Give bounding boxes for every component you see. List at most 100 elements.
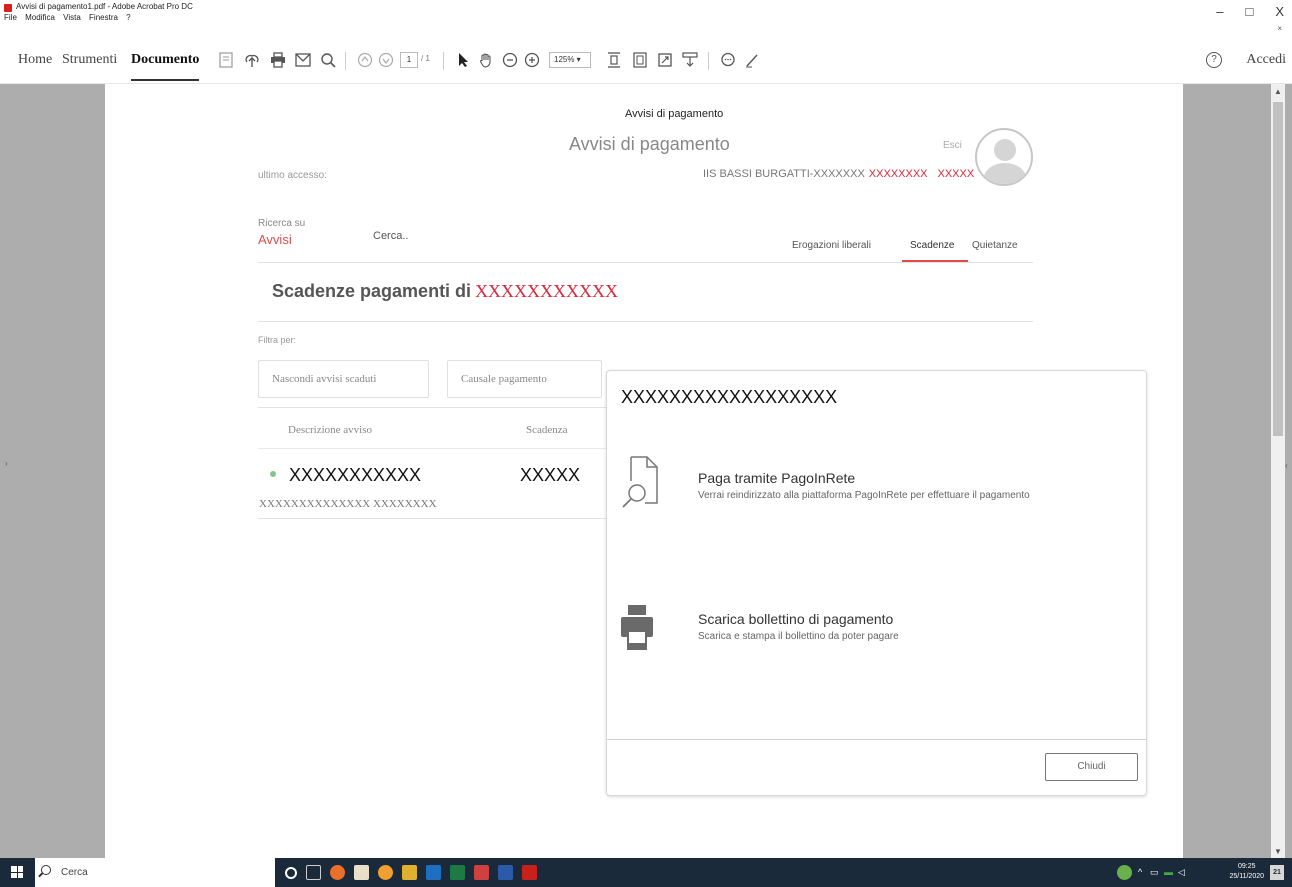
minimize-button[interactable]: – bbox=[1216, 4, 1223, 19]
section-title: Scadenze pagamenti di XXXXXXXXXXX bbox=[272, 281, 618, 302]
search-input[interactable]: Cerca.. bbox=[373, 230, 408, 242]
status-dot bbox=[270, 471, 276, 477]
logout-link[interactable]: Esci bbox=[943, 140, 962, 151]
cortana-icon[interactable] bbox=[285, 867, 297, 879]
school-name: IIS BASSI BURGATTI-XXXXXXX XXXXXXXX XXXXX bbox=[703, 168, 974, 180]
file-explorer-icon[interactable] bbox=[402, 865, 417, 880]
pen-icon[interactable] bbox=[742, 50, 762, 70]
taskbar-search[interactable]: Cerca bbox=[35, 858, 275, 887]
search-on-label: Ricerca su bbox=[258, 218, 306, 229]
acrobat-taskbar-icon[interactable] bbox=[522, 865, 537, 880]
menu-vista[interactable]: Vista bbox=[63, 13, 81, 22]
scroll-up-icon[interactable]: ▲ bbox=[1274, 87, 1282, 96]
outlook-icon[interactable] bbox=[426, 865, 441, 880]
volume-icon[interactable]: ◁ bbox=[1178, 867, 1185, 878]
hand-tool-icon[interactable] bbox=[476, 50, 496, 70]
search-icon[interactable] bbox=[318, 50, 338, 70]
page-title: Avvisi di pagamento bbox=[569, 134, 730, 154]
column-header-due-date: Scadenza bbox=[526, 424, 568, 436]
tray-chevron-icon[interactable]: ^ bbox=[1138, 867, 1142, 877]
zoom-level-select[interactable]: 125% ▾ bbox=[549, 52, 591, 68]
school-redacted-1: XXXXXXXX bbox=[868, 168, 928, 180]
mail-icon[interactable] bbox=[293, 50, 313, 70]
next-page-icon[interactable] bbox=[376, 50, 396, 70]
menu-finestra[interactable]: Finestra bbox=[89, 13, 118, 22]
filter-hide-expired[interactable]: Nascondi avvisi scaduti bbox=[258, 360, 429, 398]
select-cursor-icon[interactable] bbox=[453, 50, 473, 70]
acrobat-icon bbox=[4, 4, 12, 12]
page-total: / 1 bbox=[421, 54, 430, 63]
tab-home[interactable]: Home bbox=[18, 52, 52, 68]
read-mode-icon[interactable] bbox=[680, 50, 700, 70]
clock-date: 25/11/2020 bbox=[1229, 873, 1264, 880]
school-name-text: IIS BASSI BURGATTI-XXXXXXX bbox=[703, 168, 865, 180]
scroll-down-icon[interactable]: ▼ bbox=[1274, 847, 1282, 856]
tab-strumenti[interactable]: Strumenti bbox=[62, 52, 117, 68]
tab-documento[interactable]: Documento bbox=[131, 52, 200, 81]
scroll-mode-icon[interactable] bbox=[630, 50, 650, 70]
close-button[interactable]: X bbox=[1275, 4, 1284, 19]
excel-icon[interactable] bbox=[450, 865, 465, 880]
divider bbox=[258, 448, 608, 449]
tab-scadenze[interactable]: Scadenze bbox=[910, 240, 954, 251]
print-icon[interactable] bbox=[268, 50, 288, 70]
zoom-out-icon[interactable] bbox=[500, 50, 520, 70]
toolbar-separator bbox=[345, 52, 346, 70]
left-panel-toggle-icon[interactable]: › bbox=[5, 459, 8, 468]
prev-page-icon[interactable] bbox=[355, 50, 375, 70]
fit-page-icon[interactable] bbox=[604, 50, 624, 70]
option-pagoinrete-title[interactable]: Paga tramite PagoInRete bbox=[698, 470, 855, 486]
filter-payment-reason[interactable]: Causale pagamento bbox=[447, 360, 602, 398]
menu-help[interactable]: ? bbox=[126, 13, 130, 22]
right-panel-toggle-icon[interactable]: ‹ bbox=[1285, 461, 1288, 470]
windows-start-icon[interactable] bbox=[11, 866, 23, 878]
system-tray: ^ ▭ ▬ ◁ 09:25 25/11/2020 21 bbox=[1112, 858, 1292, 887]
page-number-input[interactable]: 1 bbox=[400, 52, 418, 68]
table-row-description[interactable]: XXXXXXXXXXX bbox=[289, 465, 421, 486]
menu-file[interactable]: File bbox=[4, 13, 17, 22]
chrome-icon[interactable] bbox=[378, 865, 393, 880]
maximize-button[interactable]: □ bbox=[1245, 4, 1253, 19]
create-pdf-icon[interactable] bbox=[216, 50, 236, 70]
window-controls: – □ X bbox=[1216, 4, 1284, 19]
battery-icon[interactable]: ▬ bbox=[1164, 867, 1173, 877]
close-document-icon[interactable]: × bbox=[1277, 24, 1282, 33]
notifications-icon[interactable]: 21 bbox=[1270, 865, 1284, 880]
zoom-in-icon[interactable] bbox=[522, 50, 542, 70]
upload-cloud-icon[interactable] bbox=[242, 50, 262, 70]
firefox-icon[interactable] bbox=[330, 865, 345, 880]
filter-label: Filtra per: bbox=[258, 335, 297, 345]
word-icon[interactable] bbox=[498, 865, 513, 880]
tab-quietanze[interactable]: Quietanze bbox=[972, 240, 1018, 251]
divider bbox=[258, 518, 608, 519]
close-dialog-button[interactable]: Chiudi bbox=[1045, 753, 1138, 781]
section-title-text: Scadenze pagamenti di bbox=[272, 281, 472, 301]
vertical-scrollbar[interactable]: ▲ ▼ bbox=[1271, 84, 1285, 858]
help-icon[interactable]: ? bbox=[1206, 52, 1222, 68]
toolbar-separator bbox=[708, 52, 709, 70]
menu-modifica[interactable]: Modifica bbox=[25, 13, 55, 22]
task-view-icon[interactable] bbox=[306, 865, 321, 880]
pdf-page: Avvisi di pagamento Avvisi di pagamento … bbox=[105, 84, 1183, 858]
tab-erogazioni-liberali[interactable]: Erogazioni liberali bbox=[792, 240, 871, 251]
app-shield-icon[interactable] bbox=[474, 865, 489, 880]
taskbar: Cerca ^ ▭ ▬ ◁ 09:25 25/11/2020 21 bbox=[0, 858, 1292, 887]
dialog-title: XXXXXXXXXXXXXXXXXX bbox=[621, 387, 838, 407]
table-row-subtitle: XXXXXXXXXXXXXX XXXXXXXX bbox=[259, 498, 437, 510]
store-icon[interactable] bbox=[354, 865, 369, 880]
comment-icon[interactable] bbox=[718, 50, 738, 70]
column-header-description: Descrizione avviso bbox=[288, 424, 372, 436]
scrollbar-thumb[interactable] bbox=[1273, 102, 1283, 436]
search-scope-avvisi[interactable]: Avvisi bbox=[258, 232, 292, 247]
taskbar-search-icon bbox=[41, 865, 51, 875]
network-icon[interactable]: ▭ bbox=[1150, 867, 1159, 878]
taskbar-search-text: Cerca bbox=[61, 867, 88, 878]
clock[interactable]: 09:25 25/11/2020 bbox=[1229, 862, 1264, 882]
tray-app-icon[interactable] bbox=[1117, 865, 1132, 880]
fullscreen-icon[interactable] bbox=[655, 50, 675, 70]
option-bollettino-title[interactable]: Scarica bollettino di pagamento bbox=[698, 611, 893, 627]
avatar-head bbox=[994, 139, 1016, 161]
window-title: Avvisi di pagamento1.pdf - Adobe Acrobat… bbox=[16, 2, 193, 11]
menu-bar: File Modifica Vista Finestra ? bbox=[4, 13, 137, 22]
sign-in-link[interactable]: Accedi bbox=[1246, 52, 1286, 68]
